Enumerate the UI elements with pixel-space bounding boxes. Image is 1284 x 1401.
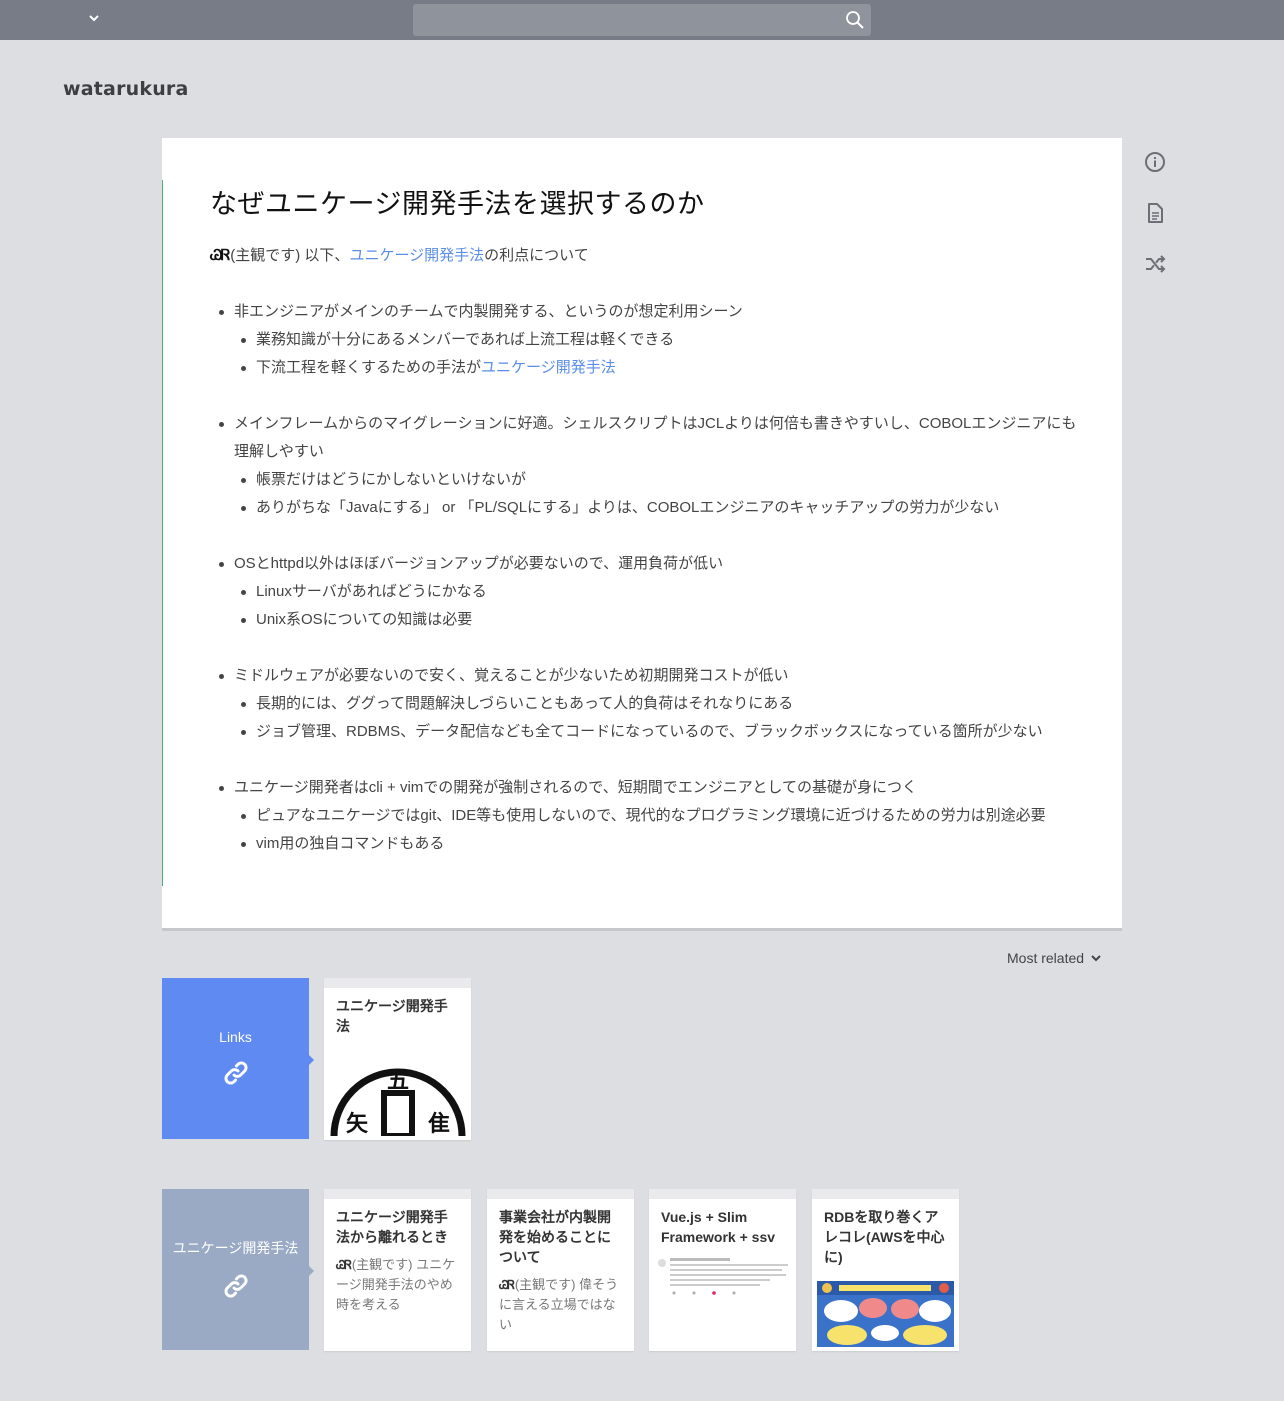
- page-tools: [1143, 150, 1167, 303]
- links-label: Links: [219, 1028, 252, 1045]
- author-mark-icon: ᏊᏒ: [336, 1258, 352, 1272]
- sub-list-item: 業務知識が十分にあるメンバーであれば上流工程は軽くできる: [210, 326, 1090, 354]
- card-excerpt: ᏊᏒ (主観です) 偉そうに言える立場ではない: [499, 1277, 619, 1332]
- card-title: Vue.js + Slim Framework + ssv: [661, 1209, 776, 1245]
- shuffle-icon[interactable]: [1143, 252, 1167, 276]
- chevron-down-icon[interactable]: [84, 8, 104, 28]
- links-header-tile: Links: [162, 978, 314, 1139]
- search-input[interactable]: [413, 4, 871, 36]
- sub-list-item: ピュアなユニケージではgit、IDE等も使用しないので、現代的なプログラミング環…: [210, 802, 1090, 830]
- list-item: OSとhttpd以外はほぼバージョンアップが必要ないので、運用負荷が低い: [210, 550, 1090, 578]
- document-icon[interactable]: [1143, 201, 1167, 225]
- page-card-link[interactable]: 事業会社が内製開発を始めることについて ᏊᏒ (主観です) 偉そうに言える立場では…: [487, 1189, 634, 1351]
- link-icon: [224, 1274, 247, 1297]
- link-icon: [224, 1061, 247, 1084]
- page-card: なぜユニケージ開発手法を選択するのか ᏊᏒ (主観です) 以下、ユニケージ開発手法…: [162, 138, 1122, 931]
- page-title: なぜユニケージ開発手法を選択するのか: [210, 189, 705, 220]
- card-excerpt: ᏊᏒ (主観です) ユニケージ開発手法のやめ時を考える: [336, 1257, 456, 1312]
- page-link[interactable]: ユニケージ開発手法: [349, 247, 484, 264]
- page-card-link[interactable]: ユニケージ開発手法から離れるとき ᏊᏒ (主観です) ユニケージ開発手法のやめ時を…: [324, 1189, 471, 1351]
- sub-list-item: Linuxサーバがあればどうにかなる: [210, 578, 1090, 606]
- page-card-link[interactable]: Vue.js + Slim Framework + ssv: [649, 1189, 796, 1351]
- svg-text:五: 五: [387, 1069, 409, 1094]
- card-title: ユニケージ開発手法: [336, 998, 448, 1034]
- page-card-link[interactable]: RDBを取り巻くアレコレ(AWSを中心に): [812, 1189, 959, 1351]
- sub-list-item: 帳票だけはどうにかしないといけないが: [210, 466, 1090, 494]
- sub-list-item: Unix系OSについての知識は必要: [210, 606, 1090, 634]
- search-box: [413, 4, 871, 36]
- sub-list-item: vim用の独自コマンドもある: [210, 830, 1090, 858]
- links-arrow: [308, 1054, 314, 1066]
- list-item: ユニケージ開発者はcli + vimでの開発が強制されるので、短期間でエンジニア…: [210, 774, 1090, 802]
- list-item: ミドルウェアが必要ないので安く、覚えることが少ないため初期開発コストが低い: [210, 662, 1090, 690]
- sub-list-item: 下流工程を軽くするための手法がユニケージ開発手法: [210, 354, 1090, 382]
- svg-text:隹: 隹: [428, 1111, 450, 1136]
- tag-arrow: [308, 1265, 314, 1277]
- chevron-down-icon: [1091, 955, 1101, 962]
- edit-marker-line: [162, 180, 163, 886]
- project-name[interactable]: watarukura: [63, 78, 189, 100]
- sub-list-item: ジョブ管理、RDBMS、データ配信なども全てコードになっているので、ブラックボッ…: [210, 718, 1090, 746]
- search-icon[interactable]: [845, 10, 865, 30]
- card-title: ユニケージ開発手法から離れるとき: [336, 1209, 448, 1245]
- sort-dropdown[interactable]: Most related: [1007, 950, 1104, 966]
- bullet-list: 非エンジニアがメインのチームで内製開発する、というのが想定利用シーン 業務知識が十…: [210, 298, 1090, 858]
- page-link[interactable]: ユニケージ開発手法: [481, 359, 616, 376]
- sort-label: Most related: [1007, 950, 1085, 966]
- page-card-link[interactable]: ユニケージ開発手法 五 矢 隹: [324, 978, 471, 1140]
- author-mark-icon: ᏊᏒ: [499, 1278, 515, 1292]
- tweet-screenshot-image: [654, 1253, 791, 1303]
- card-title: RDBを取り巻くアレコレ(AWSを中心に): [824, 1209, 945, 1265]
- list-item: 非エンジニアがメインのチームで内製開発する、というのが想定利用シーン: [210, 298, 1090, 326]
- lead-line: ᏊᏒ (主観です) 以下、ユニケージ開発手法の利点について: [210, 246, 589, 264]
- list-item: メインフレームからのマイグレーションに好適。シェルスクリプトはJCLよりは何倍も…: [210, 410, 1090, 466]
- card-title: 事業会社が内製開発を始めることについて: [499, 1209, 611, 1265]
- author-mark-icon: ᏊᏒ: [210, 246, 230, 264]
- sub-list-item: ありがちな「Javaにする」 or 「PL/SQLにする」よりは、COBOLエン…: [210, 494, 1090, 522]
- tag-row: ユニケージ開発手法 ユニケージ開発手法から離れるとき ᏊᏒ (主観です) ユニケー…: [162, 1189, 1122, 1351]
- links-row: Links ユニケージ開発手法 五 矢 隹: [162, 978, 1122, 1140]
- unicage-logo-image: 五 矢 隹: [329, 1048, 466, 1136]
- bigtable-vs-bigquery-image: [817, 1281, 954, 1347]
- tag-header-tile[interactable]: ユニケージ開発手法: [162, 1189, 314, 1350]
- sub-list-item: 長期的には、ググって問題解決しづらいこともあって人的負荷はそれなりにある: [210, 690, 1090, 718]
- top-bar: [0, 0, 1284, 40]
- info-icon[interactable]: [1143, 150, 1167, 174]
- svg-text:矢: 矢: [346, 1111, 369, 1136]
- tag-label: ユニケージ開発手法: [172, 1239, 299, 1256]
